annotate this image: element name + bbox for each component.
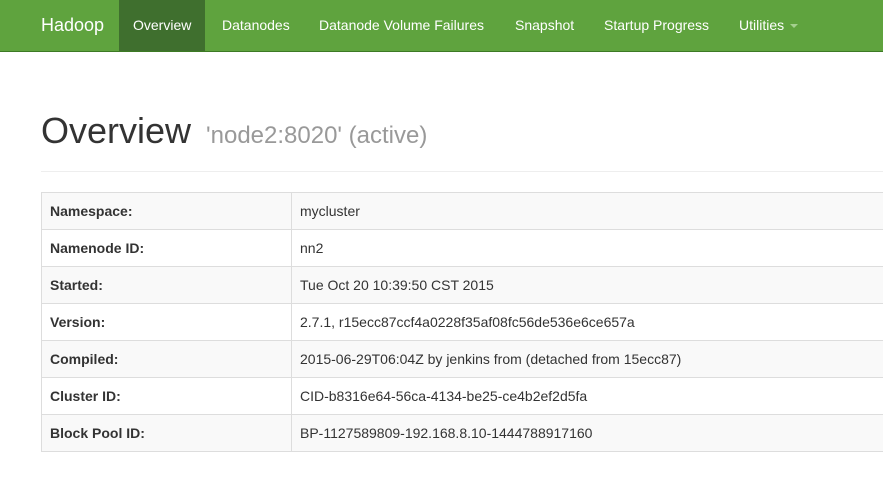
overview-info-table: Namespace: mycluster Namenode ID: nn2 St… <box>41 192 883 452</box>
row-key: Block Pool ID: <box>41 414 292 452</box>
nav-datanode-volume-failures[interactable]: Datanode Volume Failures <box>305 0 498 51</box>
table-row: Version: 2.7.1, r15ecc87ccf4a0228f35af08… <box>41 303 883 341</box>
row-key: Namenode ID: <box>41 229 292 267</box>
row-value: CID-b8316e64-56ca-4134-be25-ce4b2ef2d5fa <box>291 377 883 415</box>
row-value: mycluster <box>291 192 883 230</box>
page-subtitle: 'node2:8020' (active) <box>206 122 428 149</box>
page-title-text: Overview <box>41 110 192 151</box>
navbar: Hadoop Overview Datanodes Datanode Volum… <box>0 0 883 52</box>
table-row: Started: Tue Oct 20 10:39:50 CST 2015 <box>41 266 883 304</box>
row-value: BP-1127589809-192.168.8.10-1444788917160 <box>291 414 883 452</box>
nav-startup-progress[interactable]: Startup Progress <box>590 0 723 51</box>
nav-overview[interactable]: Overview <box>119 0 206 51</box>
row-value: nn2 <box>291 229 883 267</box>
row-value: 2015-06-29T06:04Z by jenkins from (detac… <box>291 340 883 378</box>
row-key: Namespace: <box>41 192 292 230</box>
table-row: Block Pool ID: BP-1127589809-192.168.8.1… <box>41 414 883 452</box>
nav-snapshot[interactable]: Snapshot <box>501 0 588 51</box>
page-title: Overview 'node2:8020' (active) <box>41 111 883 156</box>
nav-datanodes[interactable]: Datanodes <box>208 0 304 51</box>
table-row: Namespace: mycluster <box>41 192 883 230</box>
nav-utilities[interactable]: Utilities <box>725 0 812 51</box>
row-value: Tue Oct 20 10:39:50 CST 2015 <box>291 266 883 304</box>
table-row: Namenode ID: nn2 <box>41 229 883 267</box>
nav-utilities-label: Utilities <box>739 17 785 33</box>
row-value: 2.7.1, r15ecc87ccf4a0228f35af08fc56de536… <box>291 303 883 341</box>
row-key: Cluster ID: <box>41 377 292 415</box>
row-key: Version: <box>41 303 292 341</box>
row-key: Compiled: <box>41 340 292 378</box>
row-key: Started: <box>41 266 292 304</box>
table-row: Compiled: 2015-06-29T06:04Z by jenkins f… <box>41 340 883 378</box>
brand-logo[interactable]: Hadoop <box>41 0 104 51</box>
table-row: Cluster ID: CID-b8316e64-56ca-4134-be25-… <box>41 377 883 415</box>
page-header: Overview 'node2:8020' (active) <box>41 111 883 172</box>
caret-down-icon <box>790 24 799 29</box>
